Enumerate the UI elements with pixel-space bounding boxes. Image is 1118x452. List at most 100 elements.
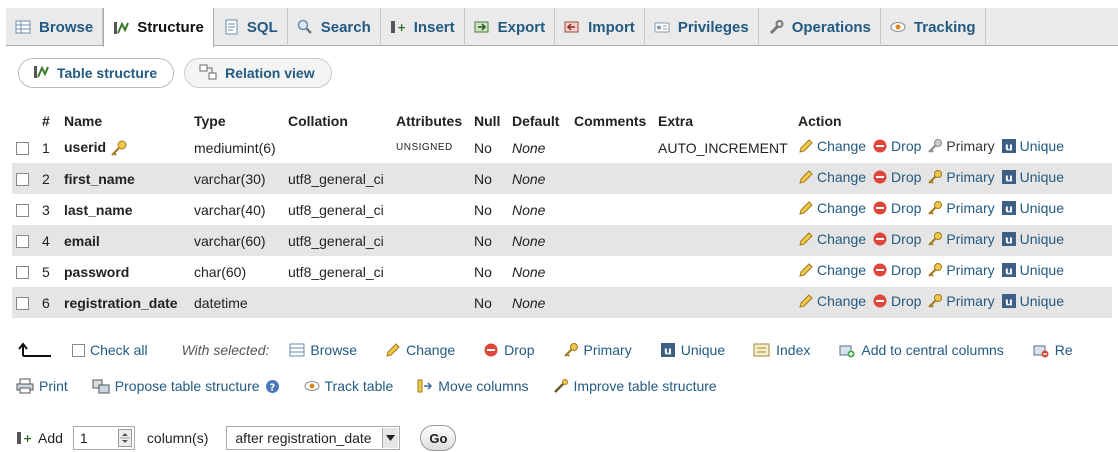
row-actions: Change Drop Primary u Unique (794, 287, 1112, 318)
column-count-spinner[interactable] (117, 429, 132, 447)
tab-sql[interactable]: SQL (214, 8, 288, 46)
tab-privileges[interactable]: Privileges (645, 8, 759, 46)
bulk-drop-button[interactable]: Drop (483, 342, 535, 358)
print-link[interactable]: Print (16, 378, 68, 394)
subtab-relation-view[interactable]: Relation view (184, 58, 332, 88)
row-checkbox[interactable] (16, 235, 29, 249)
row-num: 5 (38, 256, 60, 287)
key-icon (928, 294, 943, 308)
change-action[interactable]: Change (798, 169, 866, 185)
unique-action[interactable]: u Unique (1001, 138, 1064, 154)
column-name[interactable]: last_name (64, 202, 132, 218)
pencil-icon (799, 201, 813, 215)
drop-action[interactable]: Drop (872, 293, 921, 309)
primary-action[interactable]: Primary (927, 231, 995, 247)
with-selected-label: With selected: (181, 342, 270, 358)
column-name[interactable]: password (64, 264, 129, 280)
primary-action[interactable]: Primary (927, 293, 995, 309)
relation-icon (199, 64, 217, 83)
unique-action[interactable]: u Unique (1001, 293, 1064, 309)
row-checkbox[interactable] (16, 173, 29, 187)
header-name[interactable]: Name (60, 110, 190, 132)
primary-action[interactable]: Primary (927, 262, 995, 278)
central-columns-remove-icon (1033, 345, 1049, 358)
change-action[interactable]: Change (798, 200, 866, 216)
drop-action[interactable]: Drop (872, 138, 921, 154)
row-checkbox[interactable] (16, 142, 29, 156)
row-comments (570, 163, 654, 194)
primary-action[interactable]: Primary (927, 200, 995, 216)
bulk-primary-button[interactable]: Primary (563, 342, 632, 358)
change-action[interactable]: Change (798, 231, 866, 247)
primary-label: Primary (946, 231, 995, 247)
tab-export[interactable]: Export (465, 8, 556, 46)
bulk-change-button[interactable]: Change (385, 342, 455, 358)
row-collation (284, 287, 392, 318)
row-actions: Change Drop Primary u Unique (794, 194, 1112, 225)
column-name[interactable]: email (64, 233, 100, 249)
row-checkbox[interactable] (16, 266, 29, 280)
unique-action[interactable]: u Unique (1001, 262, 1064, 278)
check-all-checkbox[interactable] (72, 343, 85, 357)
row-num: 6 (38, 287, 60, 318)
tab-structure[interactable]: Structure (103, 8, 214, 47)
tab-import[interactable]: Import (555, 8, 645, 46)
column-count-input[interactable]: 1 (72, 426, 135, 450)
bulk-index-button[interactable]: Index (753, 342, 810, 358)
tab-browse[interactable]: Browse (6, 8, 104, 46)
drop-action[interactable]: Drop (872, 169, 921, 185)
column-position-select[interactable]: after registration_date (226, 426, 401, 450)
row-checkbox[interactable] (16, 204, 29, 218)
subtab-table-structure[interactable]: Table structure (18, 58, 175, 88)
remove-central-columns-button[interactable]: Re (1032, 342, 1073, 358)
row-actions: Change Drop Primary u Unique (794, 225, 1112, 256)
unique-label: Unique (1019, 138, 1065, 154)
column-name[interactable]: first_name (64, 171, 135, 187)
change-action[interactable]: Change (798, 138, 866, 154)
unique-icon: u (1001, 232, 1016, 247)
go-button[interactable]: Go (420, 425, 457, 451)
unique-action[interactable]: u Unique (1001, 231, 1064, 247)
svg-text:u: u (1005, 296, 1013, 309)
improve-structure-link[interactable]: Improve table structure (553, 378, 717, 394)
drop-icon (873, 170, 887, 184)
track-table-link[interactable]: Track table (304, 378, 393, 394)
row-collation: utf8_general_ci (284, 163, 392, 194)
header-checkbox (12, 110, 38, 132)
bulk-unique-button[interactable]: u Unique (660, 342, 725, 358)
propose-structure-link[interactable]: Propose table structure ? (92, 378, 280, 394)
sql-icon (223, 19, 239, 35)
unique-action[interactable]: u Unique (1001, 200, 1064, 216)
drop-action[interactable]: Drop (872, 262, 921, 278)
export-icon (474, 19, 490, 35)
key-icon (563, 343, 578, 357)
tab-label: Tracking (913, 18, 976, 36)
tab-search[interactable]: Search (288, 8, 381, 46)
unique-label: Unique (1019, 231, 1065, 247)
bulk-browse-button[interactable]: Browse (289, 342, 357, 358)
primary-label: Primary (946, 169, 995, 185)
row-checkbox[interactable] (16, 297, 29, 311)
check-all-arrow-icon (18, 342, 52, 358)
drop-action[interactable]: Drop (872, 231, 921, 247)
move-columns-link[interactable]: Move columns (417, 378, 529, 394)
column-name[interactable]: userid (64, 139, 106, 155)
primary-key-icon (111, 140, 127, 156)
primary-action[interactable]: Primary (927, 169, 995, 185)
help-icon[interactable]: ? (265, 379, 280, 394)
add-central-columns-button[interactable]: Add to central columns (838, 342, 1004, 358)
check-all[interactable]: Check all (72, 342, 148, 358)
row-name-cell: userid (60, 132, 190, 163)
column-name[interactable]: registration_date (64, 295, 178, 311)
change-action[interactable]: Change (798, 262, 866, 278)
unique-action[interactable]: u Unique (1001, 169, 1064, 185)
check-all-label[interactable]: Check all (90, 342, 148, 358)
tab-operations[interactable]: Operations (759, 8, 881, 46)
drop-action[interactable]: Drop (872, 200, 921, 216)
row-type: varchar(60) (190, 225, 284, 256)
tab-insert[interactable]: +c Insert (381, 8, 465, 46)
change-action[interactable]: Change (798, 293, 866, 309)
primary-action[interactable]: Primary (927, 138, 995, 154)
row-default: None (508, 225, 570, 256)
tab-tracking[interactable]: Tracking (881, 8, 986, 46)
